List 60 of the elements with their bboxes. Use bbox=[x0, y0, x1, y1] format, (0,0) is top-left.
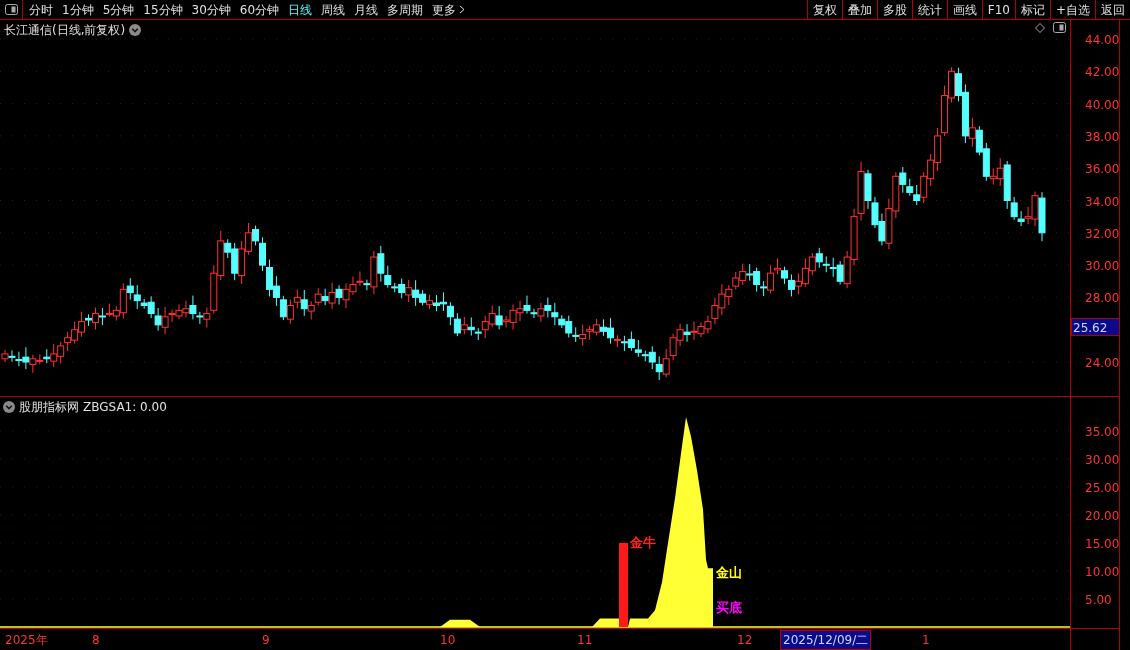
current-price-label: 25.62 bbox=[1071, 318, 1120, 336]
price-axis-label: 30.00 bbox=[1085, 258, 1120, 276]
period-tab[interactable]: 分时 bbox=[29, 0, 53, 19]
period-tab[interactable]: 多周期 bbox=[387, 0, 424, 19]
period-tab[interactable]: 15分钟 bbox=[143, 0, 183, 19]
date-axis-label: 2025年 bbox=[5, 632, 48, 649]
toolbar-button[interactable]: 叠加 bbox=[841, 0, 877, 19]
price-axis-label: 44.00 bbox=[1085, 32, 1120, 49]
toolbar-button[interactable]: 多股 bbox=[876, 0, 912, 19]
date-axis-label: 10 bbox=[440, 632, 456, 649]
price-axis-label: 38.00 bbox=[1085, 128, 1120, 146]
period-tab[interactable]: 日线 bbox=[288, 0, 313, 19]
signal-label: 金牛 bbox=[630, 534, 656, 552]
toolbar-button[interactable]: 画线 bbox=[946, 0, 982, 19]
date-axis-label: 11 bbox=[577, 632, 593, 649]
indicator-axis-label: 15.00 bbox=[1085, 536, 1120, 553]
toolbar-button[interactable]: 标记 bbox=[1014, 0, 1050, 19]
indicator-area bbox=[592, 618, 619, 627]
signal-label: 金山 bbox=[716, 564, 742, 582]
signal-label: 买底 bbox=[716, 599, 742, 617]
period-tab[interactable]: 5分钟 bbox=[102, 0, 135, 19]
toolbar-button[interactable]: +自选 bbox=[1049, 0, 1095, 19]
price-axis-label: 32.00 bbox=[1085, 225, 1120, 243]
chevron-right-icon bbox=[459, 5, 466, 14]
price-axis-label: 36.00 bbox=[1085, 161, 1120, 179]
period-tab[interactable]: 月线 bbox=[354, 0, 379, 19]
diamond-icon[interactable] bbox=[1035, 22, 1045, 33]
period-tab[interactable]: 周线 bbox=[321, 0, 346, 19]
period-tab[interactable]: 60分钟 bbox=[239, 0, 280, 19]
chevron-down-icon[interactable] bbox=[129, 24, 142, 36]
indicator-axis-label: 10.00 bbox=[1085, 564, 1120, 581]
price-axis-label: 40.00 bbox=[1085, 96, 1120, 114]
period-tab[interactable]: 更多 bbox=[432, 0, 466, 19]
indicator-axis-label: 20.00 bbox=[1085, 508, 1120, 525]
panel-toggle-icon[interactable] bbox=[1053, 22, 1066, 33]
toolbar-button[interactable]: 统计 bbox=[911, 0, 947, 19]
indicator-axis-label: 5.00 bbox=[1085, 592, 1112, 609]
price-axis-label: 42.00 bbox=[1085, 64, 1120, 82]
indicator-axis-label: 35.00 bbox=[1085, 424, 1120, 441]
toolbar-button[interactable]: F10 bbox=[981, 0, 1015, 19]
date-axis-label: 1 bbox=[922, 632, 930, 649]
chevron-down-icon[interactable] bbox=[3, 401, 15, 413]
indicator-name: 股朋指标网 bbox=[19, 399, 79, 416]
indicator-area bbox=[440, 619, 480, 627]
price-axis-label: 34.00 bbox=[1085, 193, 1120, 211]
panel-toggle-icon[interactable] bbox=[4, 4, 18, 15]
toolbar-button[interactable]: 复权 bbox=[806, 0, 842, 19]
date-axis-label: 9 bbox=[262, 632, 270, 649]
indicator-axis-label: 25.00 bbox=[1085, 480, 1120, 497]
indicator-reading: ZBGSA1: 0.00 bbox=[83, 399, 167, 416]
date-axis-label: 8 bbox=[92, 632, 100, 649]
period-tab[interactable]: 30分钟 bbox=[191, 0, 231, 19]
chart-title: 长江通信(日线,前复权) bbox=[4, 22, 126, 39]
indicator-axis-label: 30.00 bbox=[1085, 452, 1120, 469]
toolbar-button[interactable]: 返回 bbox=[1095, 0, 1130, 19]
price-axis-label: 28.00 bbox=[1085, 290, 1120, 308]
date-axis-label: 12 bbox=[737, 632, 753, 649]
cursor-date-label: 2025/12/09/二 bbox=[780, 630, 872, 650]
period-tab[interactable]: 1分钟 bbox=[62, 0, 94, 19]
price-axis-label: 24.00 bbox=[1085, 355, 1120, 372]
